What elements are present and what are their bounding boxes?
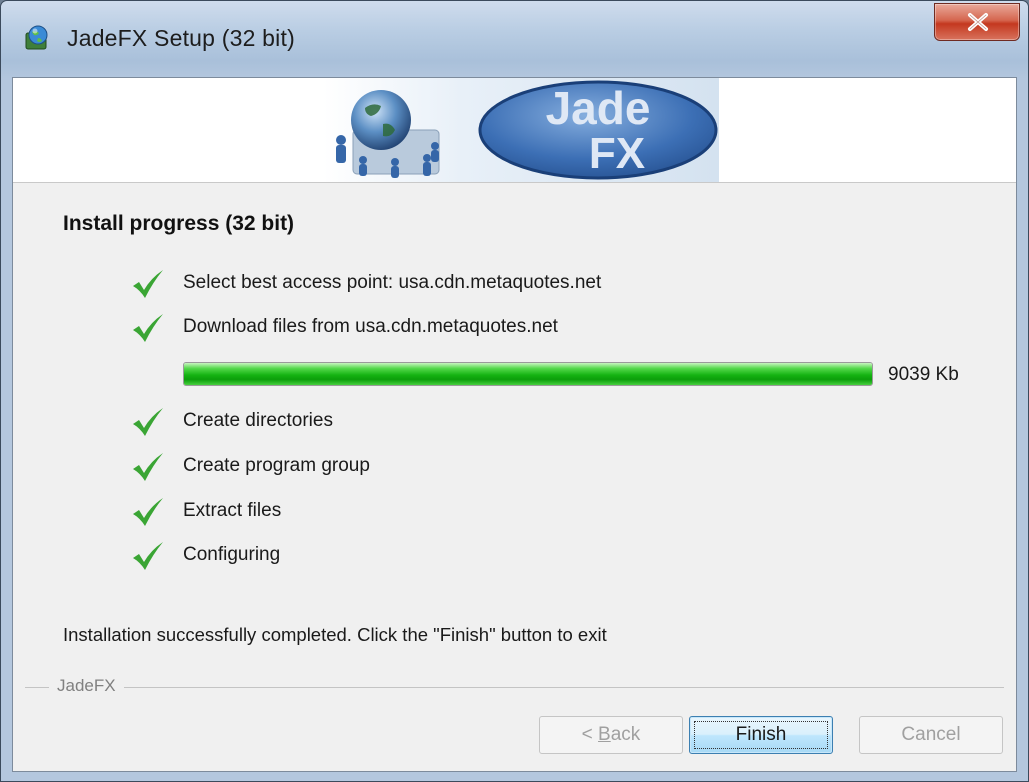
jadefx-logo: Jade FX xyxy=(323,78,719,182)
step-item: Select best access point: usa.cdn.metaqu… xyxy=(131,268,831,300)
finish-button[interactable]: Finish xyxy=(689,716,833,754)
finish-button-label: Finish xyxy=(735,724,787,745)
setup-globe-icon xyxy=(25,25,48,50)
window-title: JadeFX Setup (32 bit) xyxy=(67,25,295,51)
checkmark-icon xyxy=(133,270,163,298)
step-label: Extract files xyxy=(183,500,282,521)
back-button[interactable]: < Back xyxy=(539,716,683,754)
cancel-button[interactable]: Cancel xyxy=(859,716,1003,754)
step-item: Create program group xyxy=(131,451,831,483)
download-progress-bar xyxy=(183,362,873,386)
status-message: Installation successfully completed. Cli… xyxy=(63,624,607,645)
step-label: Select best access point: usa.cdn.metaqu… xyxy=(183,272,602,293)
step-item: Download files from usa.cdn.metaquotes.n… xyxy=(131,312,831,344)
page-heading: Install progress (32 bit) xyxy=(63,212,295,235)
title-bar[interactable]: JadeFX Setup (32 bit) xyxy=(1,1,1028,77)
checkmark-icon xyxy=(133,542,163,570)
logo-text-fx: FX xyxy=(589,129,645,178)
back-button-label: < Back xyxy=(581,724,641,745)
close-icon xyxy=(968,13,988,31)
checkmark-icon xyxy=(133,314,163,342)
group-divider xyxy=(25,687,1004,688)
step-item: Configuring xyxy=(131,540,831,572)
close-button[interactable] xyxy=(934,3,1020,41)
step-item: Create directories xyxy=(131,406,831,438)
step-label: Create program group xyxy=(183,455,370,476)
step-item: Extract files xyxy=(131,496,831,528)
step-label: Download files from usa.cdn.metaquotes.n… xyxy=(183,316,558,337)
checkmark-icon xyxy=(133,408,163,436)
logo-text-jade: Jade xyxy=(546,82,651,134)
step-label: Configuring xyxy=(183,544,281,565)
setup-window: JadeFX Setup (32 bit) Jade FX Install pr… xyxy=(0,0,1029,782)
download-size-label: 9039 Kb xyxy=(888,364,959,385)
client-area: Jade FX Install progress (32 bit) Select… xyxy=(12,77,1017,772)
checkmark-icon xyxy=(133,453,163,481)
progress-fill xyxy=(184,363,872,385)
header-banner: Jade FX xyxy=(13,78,1016,183)
group-label: JadeFX xyxy=(49,676,124,696)
cancel-button-label: Cancel xyxy=(901,724,961,745)
step-label: Create directories xyxy=(183,410,333,431)
checkmark-icon xyxy=(133,498,163,526)
